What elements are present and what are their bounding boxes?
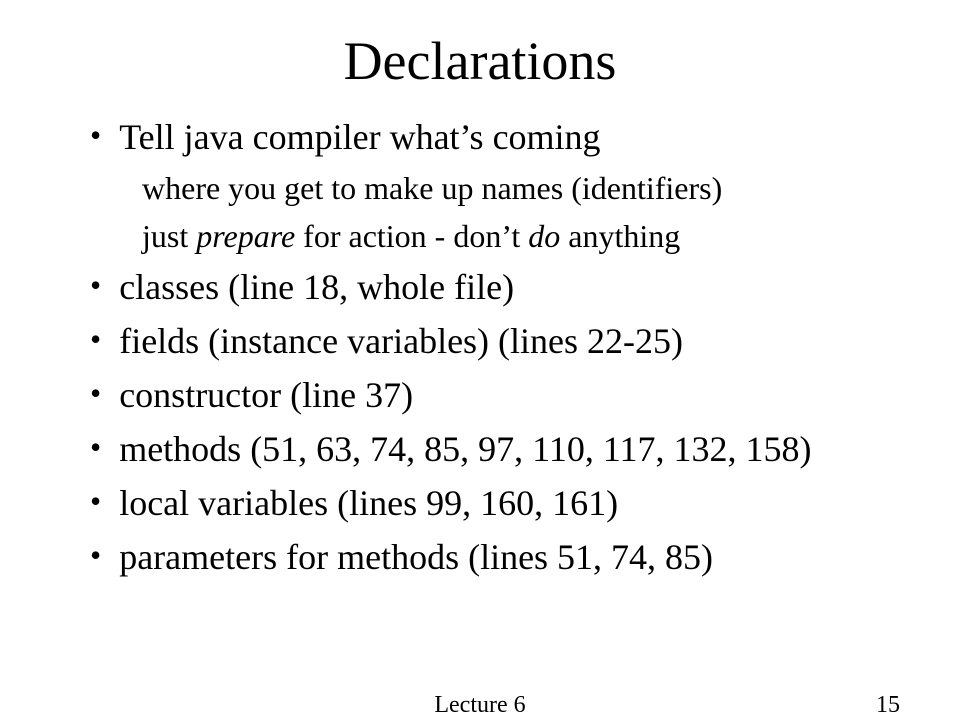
bullet-item: • methods (51, 63, 74, 85, 97, 110, 117,…: [90, 422, 920, 476]
bullet-text: classes (line 18, whole file): [119, 260, 514, 314]
bullet-mark: •: [90, 476, 101, 527]
bullet-item: • parameters for methods (lines 51, 74, …: [90, 530, 920, 584]
bullet-item: • classes (line 18, whole file): [90, 260, 920, 314]
bullet-mark: •: [90, 368, 101, 419]
sub-text-mid: for action - don’t: [295, 218, 528, 254]
bullet-item: • local variables (lines 99, 160, 161): [90, 476, 920, 530]
bullet-mark: •: [90, 110, 101, 161]
sub-text-italic: prepare: [196, 218, 295, 254]
sub-text: where you get to make up names (identifi…: [142, 170, 722, 206]
slide-title: Declarations: [40, 30, 920, 92]
slide-content: • Tell java compiler what’s coming where…: [40, 110, 920, 584]
bullet-mark: •: [90, 530, 101, 581]
bullet-item: • constructor (line 37): [90, 368, 920, 422]
sub-text-italic: do: [528, 218, 560, 254]
bullet-text: local variables (lines 99, 160, 161): [119, 476, 618, 530]
sub-text-post: anything: [560, 218, 680, 254]
sub-item: where you get to make up names (identifi…: [90, 164, 920, 212]
bullet-mark: •: [90, 260, 101, 311]
sub-item: just prepare for action - don’t do anyth…: [90, 212, 920, 260]
bullet-mark: •: [90, 422, 101, 473]
bullet-text: fields (instance variables) (lines 22-25…: [119, 314, 683, 368]
footer-page-number: 15: [876, 692, 900, 719]
bullet-text: Tell java compiler what’s coming: [119, 110, 600, 164]
bullet-item: • fields (instance variables) (lines 22-…: [90, 314, 920, 368]
sub-text-pre: just: [142, 218, 196, 254]
bullet-text: methods (51, 63, 74, 85, 97, 110, 117, 1…: [119, 422, 811, 476]
bullet-text: constructor (line 37): [119, 368, 413, 422]
footer-lecture: Lecture 6: [434, 692, 525, 719]
bullet-mark: •: [90, 314, 101, 365]
bullet-item: • Tell java compiler what’s coming: [90, 110, 920, 164]
bullet-text: parameters for methods (lines 51, 74, 85…: [119, 530, 713, 584]
